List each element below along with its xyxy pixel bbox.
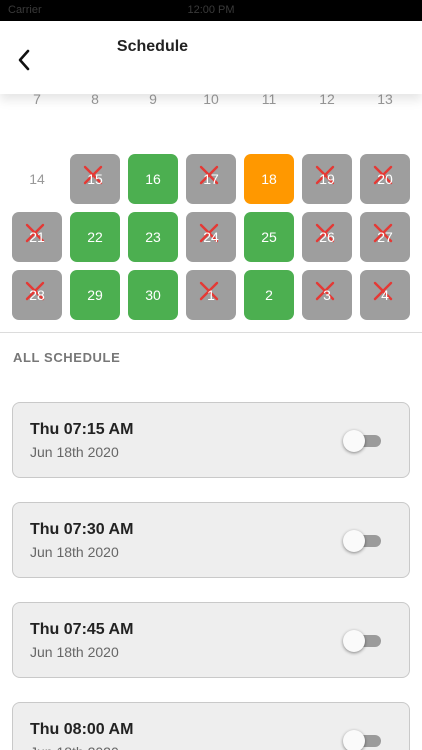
- calendar-day-number: 15: [87, 171, 103, 187]
- calendar-day-number: 17: [203, 171, 219, 187]
- calendar-day-unavailable[interactable]: 28: [12, 270, 62, 320]
- calendar-day-unavailable[interactable]: 3: [302, 270, 352, 320]
- status-bar: Carrier 12:00 PM: [0, 0, 422, 21]
- calendar-day-available[interactable]: 29: [70, 270, 120, 320]
- calendar-day-number: 27: [377, 229, 393, 245]
- slot-time: Thu 07:30 AM: [30, 521, 134, 538]
- calendar-day-plain: 14: [12, 154, 62, 204]
- calendar-day-unavailable[interactable]: 4: [360, 270, 410, 320]
- slot-date: Jun 18th 2020: [30, 544, 119, 560]
- toggle-knob: [343, 430, 365, 452]
- calendar-day-number: 22: [87, 229, 103, 245]
- calendar-week-row: 14 15 16 17 18 19 20: [0, 154, 422, 204]
- calendar-day-number: 2: [265, 287, 273, 303]
- calendar-day-available[interactable]: 2: [244, 270, 294, 320]
- header: Schedule: [0, 21, 422, 94]
- divider: [0, 332, 422, 333]
- calendar-week-row: 28 29 30 1 2 3 4: [0, 270, 422, 320]
- calendar-day-number: 3: [323, 287, 331, 303]
- slot-time: Thu 07:15 AM: [30, 421, 134, 438]
- slot-time: Thu 07:45 AM: [30, 621, 134, 638]
- calendar-day-number: 18: [261, 171, 277, 187]
- calendar-day-unavailable[interactable]: 24: [186, 212, 236, 262]
- page-title: Schedule: [116, 38, 189, 55]
- calendar-day-number: 30: [145, 287, 161, 303]
- slot-toggle[interactable]: [343, 530, 381, 552]
- calendar-day-number: 26: [319, 229, 335, 245]
- calendar-week-row: 21 22 23 24 25 26 27: [0, 212, 422, 262]
- slot-date: Jun 18th 2020: [30, 744, 119, 750]
- calendar-day-unavailable[interactable]: 20: [360, 154, 410, 204]
- calendar-day-number: 14: [29, 171, 45, 187]
- calendar-day-unavailable[interactable]: 1: [186, 270, 236, 320]
- schedule-slot[interactable]: Thu 07:15 AM Jun 18th 2020: [12, 402, 410, 478]
- slot-date: Jun 18th 2020: [30, 644, 119, 660]
- calendar-day-number: 24: [203, 229, 219, 245]
- slot-date: Jun 18th 2020: [30, 444, 119, 460]
- schedule-slot[interactable]: Thu 07:30 AM Jun 18th 2020: [12, 502, 410, 578]
- toggle-knob: [343, 730, 365, 750]
- calendar-day-selected[interactable]: 18: [244, 154, 294, 204]
- schedule-slot[interactable]: Thu 08:00 AM Jun 18th 2020: [12, 702, 410, 750]
- calendar-day-unavailable[interactable]: 26: [302, 212, 352, 262]
- calendar-day-unavailable[interactable]: 19: [302, 154, 352, 204]
- calendar-day-number: 29: [87, 287, 103, 303]
- calendar-day-number: 25: [261, 229, 277, 245]
- section-title: ALL SCHEDULE: [13, 350, 121, 365]
- calendar-day-unavailable[interactable]: 17: [186, 154, 236, 204]
- calendar-day-number: 19: [319, 171, 335, 187]
- calendar-day-unavailable[interactable]: 27: [360, 212, 410, 262]
- schedule-slot[interactable]: Thu 07:45 AM Jun 18th 2020: [12, 602, 410, 678]
- calendar-day-number: 1: [207, 287, 215, 303]
- calendar-day-available[interactable]: 23: [128, 212, 178, 262]
- calendar-day-available[interactable]: 30: [128, 270, 178, 320]
- calendar-week-row: 7 8 9 10 11 12 13: [0, 91, 422, 146]
- calendar-day-available[interactable]: 22: [70, 212, 120, 262]
- calendar-day-number: 28: [29, 287, 45, 303]
- calendar-day-number: 16: [145, 171, 161, 187]
- calendar-day-available[interactable]: 16: [128, 154, 178, 204]
- slot-toggle[interactable]: [343, 730, 381, 750]
- calendar-day-unavailable[interactable]: 21: [12, 212, 62, 262]
- slot-time: Thu 08:00 AM: [30, 721, 134, 738]
- calendar-day-available[interactable]: 25: [244, 212, 294, 262]
- toggle-knob: [343, 530, 365, 552]
- calendar-day-unavailable[interactable]: 15: [70, 154, 120, 204]
- slot-toggle[interactable]: [343, 430, 381, 452]
- toggle-knob: [343, 630, 365, 652]
- calendar-day-number: 21: [29, 229, 45, 245]
- calendar-day-number: 4: [381, 287, 389, 303]
- status-time: 12:00 PM: [187, 4, 235, 16]
- calendar-day-number: 20: [377, 171, 393, 187]
- calendar-day-number: 23: [145, 229, 161, 245]
- slot-toggle[interactable]: [343, 630, 381, 652]
